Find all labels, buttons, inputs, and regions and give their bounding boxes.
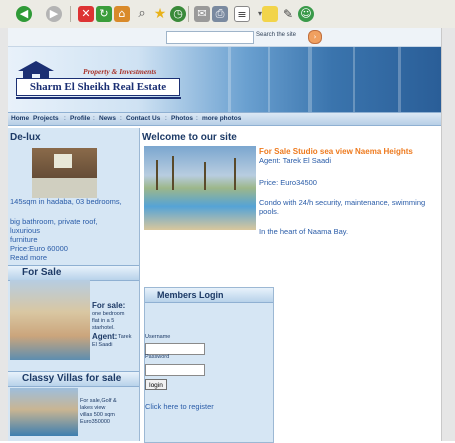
favorites-icon[interactable]: ★ — [152, 6, 168, 22]
for-sale-heading: For sale: — [92, 301, 126, 310]
back-icon[interactable]: ◀ — [16, 6, 32, 22]
site-banner: Property & Investments Sharm El Sheikh R… — [8, 47, 441, 112]
listing-description-2: pools. — [259, 207, 280, 216]
nav-separator: : — [165, 115, 167, 122]
nav-separator: : — [64, 115, 66, 122]
register-link[interactable]: Click here to register — [145, 402, 214, 411]
stop-icon[interactable]: ✕ — [78, 6, 94, 22]
edit-icon[interactable]: ≡ — [234, 6, 250, 22]
logo-underline — [16, 97, 181, 99]
villas-text-3: villas 500 sqm — [80, 412, 115, 418]
main-navigation: Home Projects : Profile : News : Contact… — [8, 112, 441, 126]
banner-decoration — [308, 47, 312, 112]
banner-decoration — [228, 47, 231, 112]
banner-decoration — [398, 47, 401, 112]
members-login-panel: Members Login Username Password login Cl… — [144, 287, 274, 443]
search-go-button[interactable]: › — [308, 30, 322, 44]
classy-villas-box-title: Classy Villas for sale — [22, 373, 122, 384]
nav-separator: : — [120, 115, 122, 122]
for-sale-text-2: flat in a 5 — [92, 318, 115, 324]
villa-photo[interactable] — [10, 388, 78, 436]
members-login-title: Members Login — [157, 290, 224, 300]
palm-shape — [172, 156, 174, 190]
search-icon[interactable]: ⌕ — [134, 6, 150, 22]
listing-description-3: In the heart of Naama Bay. — [259, 227, 349, 236]
delux-box-title: De-lux — [10, 132, 41, 143]
window-frame-left — [0, 28, 8, 441]
palm-shape — [234, 158, 236, 190]
forward-icon[interactable]: ▶ — [46, 6, 62, 22]
browser-toolbar: ◀ ▶ ✕ ↻ ⌂ ⌕ ★ ◷ ✉ ⎙ ≡ ▾ ✎ ☺ — [0, 0, 455, 29]
for-sale-agent-label: Agent: — [92, 332, 118, 341]
listing-title[interactable]: For Sale Studio sea view Naema Heights — [259, 147, 413, 156]
login-button[interactable]: login — [145, 379, 167, 390]
window-shape — [54, 154, 72, 168]
villas-text-2: lakes view — [80, 405, 106, 411]
banner-decoration — [268, 47, 270, 112]
listing-price: Price: Euro34500 — [259, 178, 317, 187]
search-bar: Search the site › — [8, 28, 441, 47]
nav-item-profile[interactable]: Profile — [70, 115, 90, 122]
nav-item-more-photos[interactable]: more photos — [202, 115, 241, 122]
scrollbar[interactable] — [441, 28, 455, 441]
home-icon[interactable]: ⌂ — [114, 6, 130, 22]
resort-photo[interactable] — [10, 280, 90, 360]
nav-separator: : — [196, 115, 198, 122]
for-sale-text-1: one bedroom — [92, 311, 125, 317]
palm-shape — [204, 162, 206, 190]
nav-item-contact-us[interactable]: Contact Us — [126, 115, 160, 122]
refresh-icon[interactable]: ↻ — [96, 6, 112, 22]
password-field[interactable] — [145, 364, 205, 376]
username-label: Username — [145, 334, 171, 340]
toolbar-separator — [70, 6, 71, 22]
delux-read-more-link[interactable]: Read more — [10, 253, 47, 263]
password-label: Password — [145, 354, 170, 360]
kitchen-photo[interactable] — [32, 148, 97, 198]
print-icon[interactable]: ⎙ — [212, 6, 228, 22]
search-label: Search the site — [256, 32, 297, 38]
for-sale-text-3: starhotel. — [92, 325, 115, 331]
search-input[interactable] — [166, 31, 254, 44]
site-name-logo[interactable]: Sharm El Sheikh Real Estate — [16, 78, 180, 96]
messenger-icon[interactable]: ☺ — [298, 6, 314, 22]
pool-photo[interactable] — [144, 146, 256, 230]
nav-item-home[interactable]: Home — [11, 115, 29, 122]
palm-shape — [156, 160, 158, 190]
banner-decoration — [353, 47, 355, 112]
for-sale-agent-name-1: Tarek — [118, 334, 132, 340]
nav-item-photos[interactable]: Photos — [171, 115, 193, 122]
members-login-header: Members Login — [145, 288, 273, 303]
toolbar-separator — [188, 6, 189, 22]
nav-item-news[interactable]: News — [99, 115, 116, 122]
for-sale-agent-name-2: El Saadi — [92, 342, 113, 348]
counter-shape — [32, 178, 97, 198]
delux-line-1: 145sqm in hadaba, 03 bedrooms, — [10, 197, 122, 206]
nav-separator: : — [93, 115, 95, 122]
villas-price: Euro350000 — [80, 419, 110, 425]
folder-icon[interactable] — [262, 6, 278, 22]
page-title: Welcome to our site — [142, 132, 237, 143]
for-sale-box-title: For Sale — [22, 267, 62, 278]
banner-tagline: Property & Investments — [83, 67, 157, 76]
listing-agent: Agent: Tarek El Saadi — [259, 156, 331, 165]
nav-item-projects[interactable]: Projects — [33, 115, 59, 122]
villas-text-1: For sale,Golf & — [80, 398, 117, 404]
listing-description-1: Condo with 24/h security, maintenance, s… — [259, 198, 426, 207]
history-icon[interactable]: ◷ — [170, 6, 186, 22]
pen-icon[interactable]: ✎ — [280, 6, 296, 22]
mail-icon[interactable]: ✉ — [194, 6, 210, 22]
